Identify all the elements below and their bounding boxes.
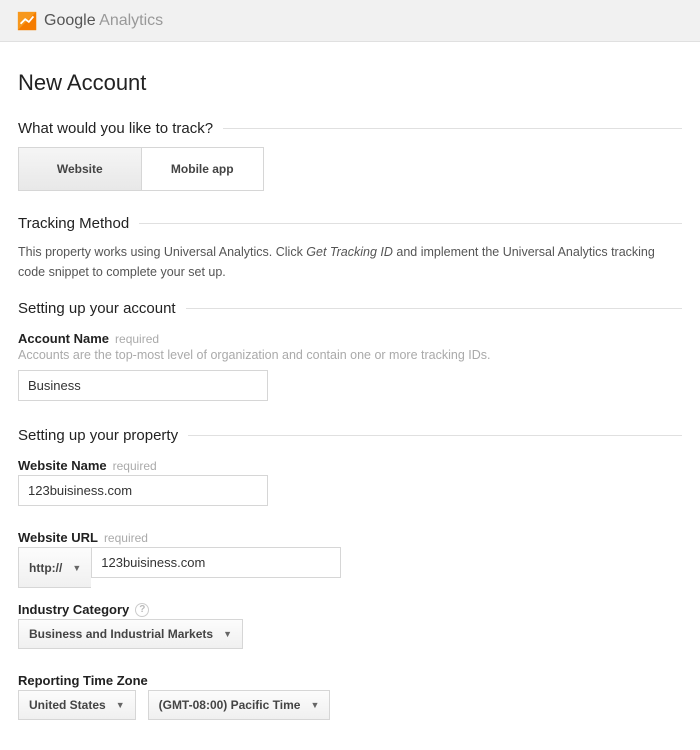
chevron-down-icon: ▼ [223,629,232,639]
divider [188,435,682,436]
brand-text: Google Analytics [44,12,163,30]
timezone-label: Reporting Time Zone [18,673,682,688]
account-hint: Accounts are the top-most level of organ… [18,348,682,362]
chevron-down-icon: ▼ [310,700,319,710]
tz-country-value: United States [29,698,106,712]
section-label: Setting up your account [18,300,186,317]
section-label: What would you like to track? [18,120,223,137]
section-setup-account: Setting up your account [18,300,682,317]
section-label: Tracking Method [18,215,139,232]
required-tag: required [115,332,159,346]
industry-select[interactable]: Business and Industrial Markets ▼ [18,619,243,649]
protocol-select[interactable]: http:// ▼ [18,547,91,588]
brand-google: Google [44,12,96,29]
website-name-label: Website Name required [18,458,682,473]
track-type-tabs: Website Mobile app [18,147,264,191]
tab-website[interactable]: Website [19,148,142,190]
timezone-row: United States ▼ (GMT-08:00) Pacific Time… [18,690,682,730]
divider [139,223,682,224]
chevron-down-icon: ▼ [72,563,81,573]
account-name-input[interactable] [18,370,268,401]
required-tag: required [104,531,148,545]
tz-offset-select[interactable]: (GMT-08:00) Pacific Time ▼ [148,690,331,720]
tab-mobile-app[interactable]: Mobile app [142,148,264,190]
app-header: Google Analytics [0,0,700,42]
content: New Account What would you like to track… [0,42,700,750]
desc-pre: This property works using Universal Anal… [18,245,306,259]
label-text: Industry Category [18,602,129,617]
website-url-label: Website URL required [18,530,682,545]
required-tag: required [113,459,157,473]
desc-em: Get Tracking ID [306,245,393,259]
website-url-row: http:// ▼ [18,547,682,588]
tracking-description: This property works using Universal Anal… [18,242,682,282]
page-title: New Account [18,70,682,96]
divider [186,308,682,309]
label-text: Website URL [18,530,98,545]
section-setup-property: Setting up your property [18,427,682,444]
website-name-input[interactable] [18,475,268,506]
label-text: Reporting Time Zone [18,673,148,688]
section-label: Setting up your property [18,427,188,444]
section-track-question: What would you like to track? [18,120,682,137]
divider [223,128,682,129]
label-text: Account Name [18,331,109,346]
account-name-label: Account Name required [18,331,682,346]
analytics-logo-icon [16,10,38,32]
tz-country-select[interactable]: United States ▼ [18,690,136,720]
chevron-down-icon: ▼ [116,700,125,710]
protocol-value: http:// [29,561,62,575]
industry-label: Industry Category ? [18,602,682,617]
industry-value: Business and Industrial Markets [29,627,213,641]
help-icon[interactable]: ? [135,603,149,617]
label-text: Website Name [18,458,107,473]
brand-analytics: Analytics [96,12,164,29]
section-tracking-method: Tracking Method [18,215,682,232]
website-url-input[interactable] [91,547,341,578]
tz-offset-value: (GMT-08:00) Pacific Time [159,698,301,712]
